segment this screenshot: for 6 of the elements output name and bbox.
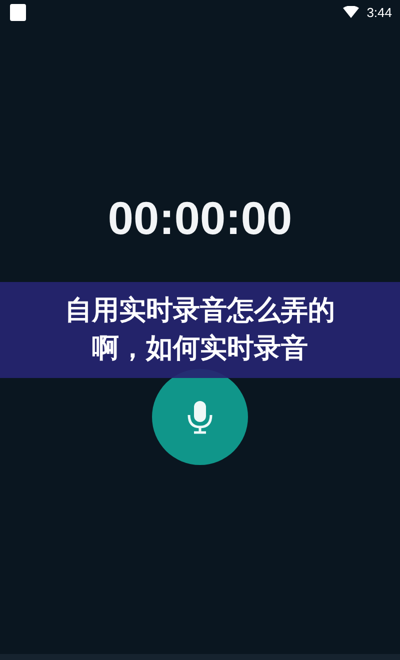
timer-display: 00:00:00 xyxy=(108,191,292,245)
microphone-icon xyxy=(187,400,213,434)
notification-icon xyxy=(10,4,26,20)
banner-title: 自用实时录音怎么弄的啊，如何实时录音 xyxy=(64,294,336,366)
wifi-icon xyxy=(342,6,359,18)
status-time: 3:44 xyxy=(366,4,392,20)
